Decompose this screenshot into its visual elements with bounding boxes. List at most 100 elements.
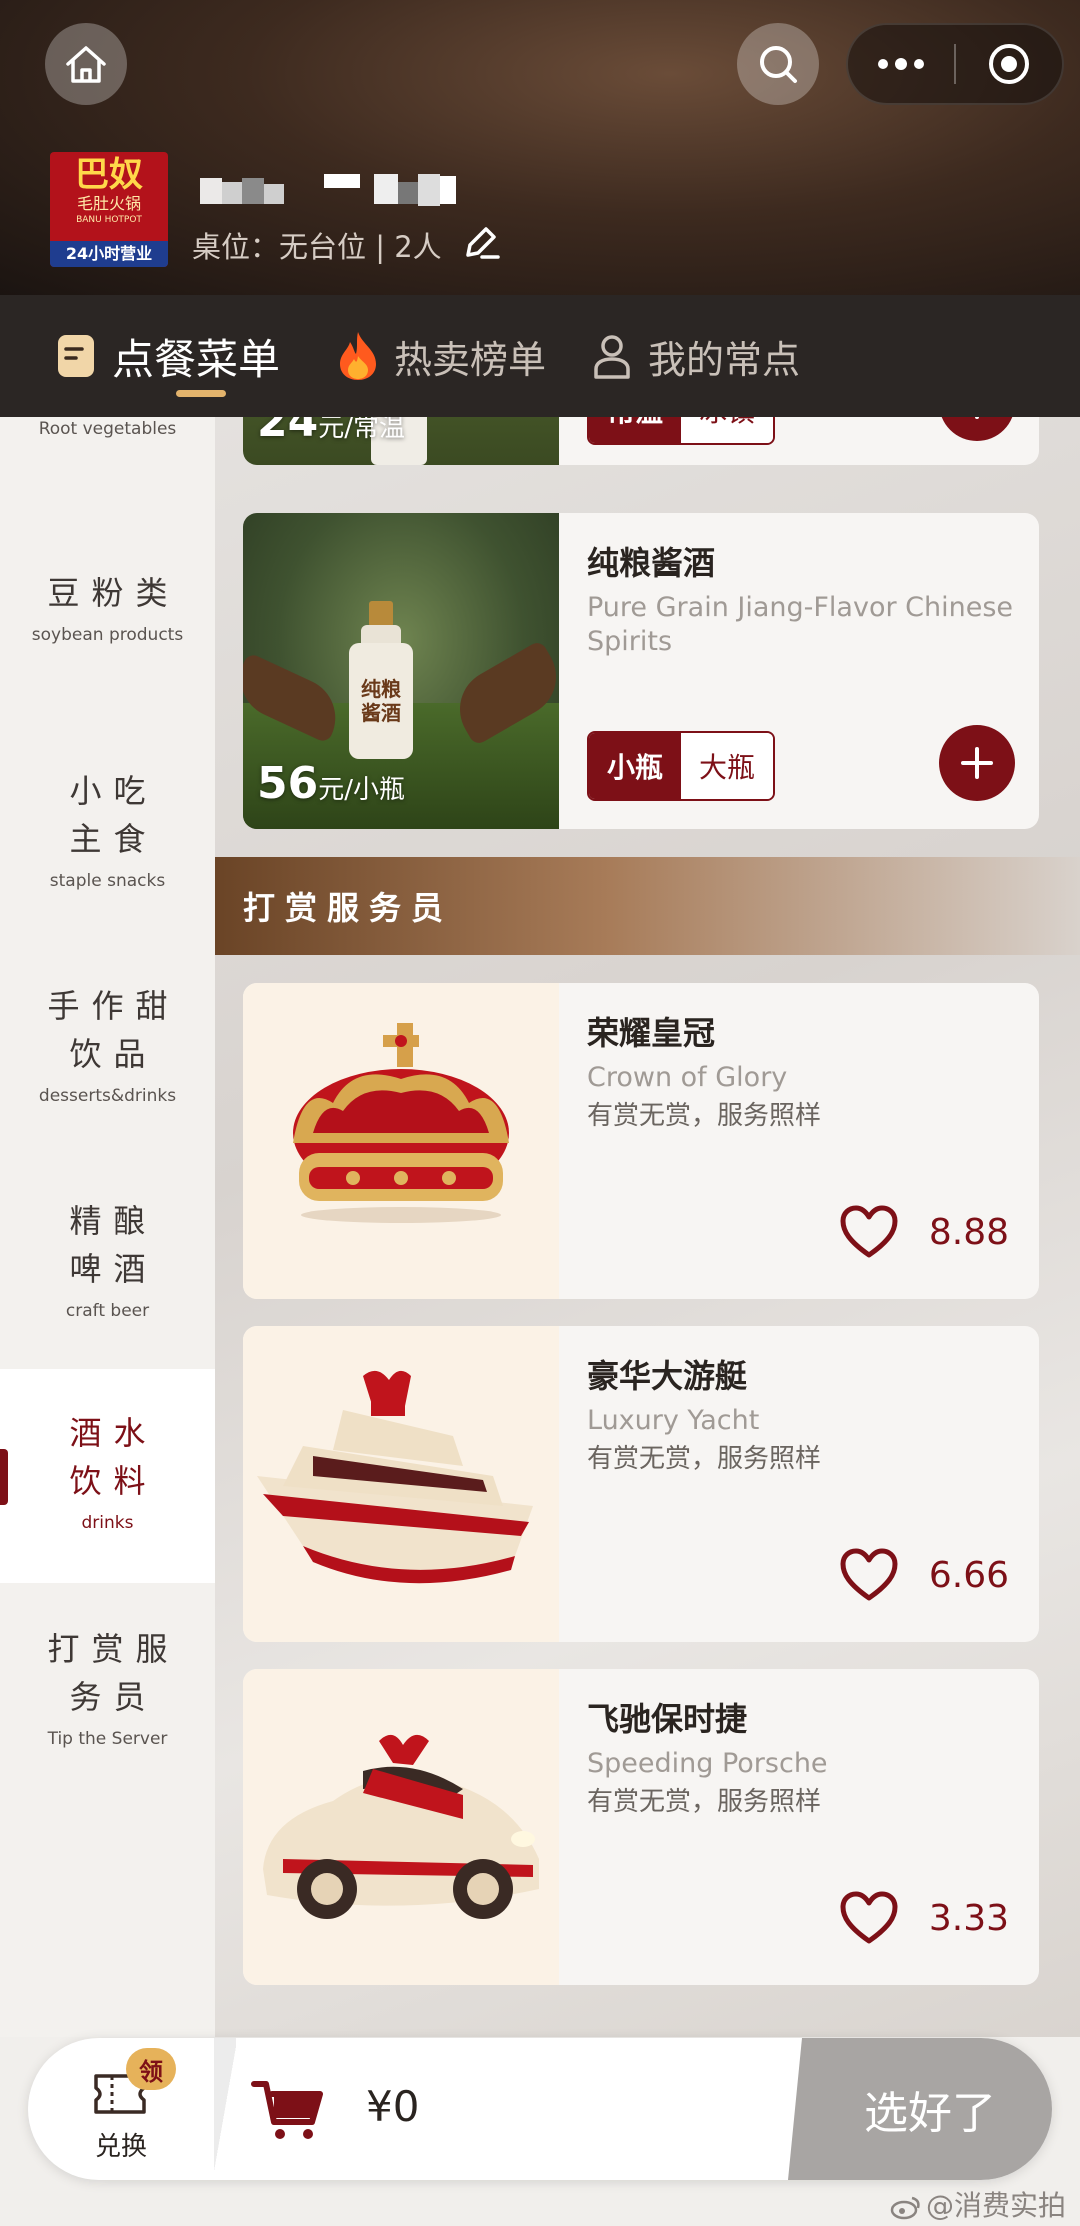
section-header-tip-server: 打赏服务员 [215,857,1080,955]
active-category-marker [0,1449,8,1505]
sidebar-item-soybean[interactable]: 豆粉类 soybean products [0,569,215,709]
tab-label: 热卖榜单 [394,337,547,382]
bottle-label: 纯粮 酱酒 [361,677,401,725]
search-icon [760,46,797,83]
crown-icon [293,1023,509,1223]
sidebar-item-cn: 手作甜 [47,987,180,1025]
car-image [243,1669,559,1985]
table-info: 桌位：无台位 | 2人 [192,230,442,264]
sidebar-item-craft-beer[interactable]: 精酿 啤酒 craft beer [0,1197,215,1357]
section-title: 打赏服务员 [243,889,454,927]
store-logo: 巴奴 毛肚火锅 BANU HOTPOT 24小时营业 [50,152,168,267]
variant-option-large-bottle[interactable]: 大瓶 [681,733,773,799]
weibo-icon [890,2196,920,2220]
heart-icon[interactable] [839,1548,899,1602]
variant-selector: 小瓶 大瓶 [587,731,775,801]
menu-tabs: 点餐菜单 热卖榜单 我的常点 [0,295,1080,417]
tip-english-name: Speeding Porsche [587,1748,828,1779]
header: 巴奴 毛肚火锅 BANU HOTPOT 24小时营业 桌位：无台位 | 2人 [0,0,1080,295]
more-dots-icon [878,58,924,70]
tip-card[interactable]: 荣耀皇冠 Crown of Glory 有赏无赏，服务照样 8.88 [243,983,1039,1299]
logo-english: BANU HOTPOT [76,215,142,225]
sidebar-item-desserts-drinks[interactable]: 手作甜 饮品 desserts&drinks [0,982,215,1142]
product-name: 纯粮酱酒 [587,544,716,582]
product-price-overlay: 56元/小瓶 [257,758,405,809]
tab-my-favorites[interactable]: 我的常点 [592,295,800,417]
tab-hot-sellers[interactable]: 热卖榜单 [336,295,546,417]
product-english-name: Pure Grain Jiang-Flavor Chinese Spirits [587,592,1014,657]
cart-total: ¥0 [366,2082,420,2131]
sidebar-item-en: craft beer [65,1301,150,1321]
heart-icon[interactable] [839,1891,899,1945]
tip-card[interactable]: 豪华大游艇 Luxury Yacht 有赏无赏，服务照样 6.66 [243,1326,1039,1642]
logo-hours: 24小时营业 [50,241,168,267]
tip-card[interactable]: 飞驰保时捷 Speeding Porsche 有赏无赏，服务照样 3.33 [243,1669,1039,1985]
tip-text: 飞驰保时捷 Speeding Porsche 有赏无赏，服务照样 [587,1697,1013,1819]
tab-order-menu[interactable]: 点餐菜单 [56,295,280,417]
sidebar-item-cn: 精酿 [69,1202,158,1240]
more-button[interactable] [848,25,954,103]
tip-name: 荣耀皇冠 [587,1014,716,1052]
sidebar-item-staple-snacks[interactable]: 小吃 主食 staple snacks [0,767,215,927]
watermark: @消费实拍 [890,2184,1066,2224]
product-image: 24元/常温 [243,417,559,465]
tip-slogan: 有赏无赏，服务照样 [587,1787,822,1817]
fire-icon [340,332,376,380]
store-name-redacted [200,172,456,208]
claim-badge: 领 [126,2048,176,2090]
yacht-icon [257,1370,533,1584]
plus-icon [961,747,993,779]
variant-option-small-bottle[interactable]: 小瓶 [589,733,681,799]
heart-icon[interactable] [839,1205,899,1259]
sidebar-item-en: drinks [81,1513,134,1533]
redeem-button[interactable]: 领 兑换 [28,2038,214,2180]
sidebar-item-root-vegetables[interactable]: Root vegetables [0,417,215,477]
sidebar-item-cn: 主食 [69,820,158,858]
search-button[interactable] [737,23,819,105]
watermark-text: @消费实拍 [925,2189,1066,2222]
tip-amount: 6.66 [839,1548,1009,1602]
tip-name: 豪华大游艇 [587,1357,748,1395]
sidebar-item-cn: 饮料 [69,1462,158,1500]
tip-english-name: Crown of Glory [587,1062,788,1093]
edit-icon[interactable] [462,225,502,261]
active-tab-indicator [176,390,226,397]
variant-option-chilled[interactable]: 冰镇 [681,417,773,443]
close-miniprogram-button[interactable] [956,25,1062,103]
target-close-icon [989,44,1029,84]
variant-option-room-temp[interactable]: 常温 [589,417,681,443]
sidebar-item-cn: 务员 [69,1678,158,1716]
tab-label: 点餐菜单 [112,334,281,384]
tip-slogan: 有赏无赏，服务照样 [587,1444,822,1474]
sidebar-item-tip-server[interactable]: 打赏服 务员 Tip the Server [0,1625,215,1785]
product-image: 纯粮 酱酒 56元/小瓶 [243,513,571,829]
tip-slogan: 有赏无赏，服务照样 [587,1101,822,1131]
sidebar-item-drinks[interactable]: 酒水 饮料 drinks [0,1369,215,1583]
product-card[interactable]: 24元/常温 常温 冰镇 [243,417,1039,465]
cart-icon[interactable] [250,2078,326,2142]
sidebar-item-en: Root vegetables [38,419,177,439]
home-button[interactable] [45,23,127,105]
product-price-overlay: 24元/常温 [257,417,405,447]
sidebar-item-cn: 酒水 [69,1414,158,1452]
tip-value: 8.88 [928,1211,1009,1253]
crown-image [243,983,559,1299]
bar-divider [214,2038,236,2180]
product-price: 24 [257,417,319,447]
sidebar-item-en: soybean products [31,625,184,645]
menu-doc-icon [58,335,94,377]
redeem-label: 兑换 [94,2132,147,2162]
sidebar-item-cn: 饮品 [69,1035,158,1073]
checkout-button[interactable]: 选好了 [788,2038,1052,2180]
plus-icon [975,417,979,419]
product-card[interactable]: 纯粮 酱酒 56元/小瓶 纯粮酱酒 Pure Grain Jiang-Flavo… [243,513,1039,829]
product-list: 24元/常温 常温 冰镇 纯粮 酱酒 56元/小瓶 [215,417,1080,2037]
miniprogram-capsule [846,23,1064,105]
add-to-cart-button[interactable] [939,417,1015,441]
logo-subtitle: 毛肚火锅 [76,194,141,213]
product-price: 56 [257,758,319,809]
product-text: 纯粮酱酒 Pure Grain Jiang-Flavor Chinese Spi… [587,541,1013,659]
yacht-image [243,1326,559,1642]
add-to-cart-button[interactable] [939,725,1015,801]
tip-text: 荣耀皇冠 Crown of Glory 有赏无赏，服务照样 [587,1011,1013,1133]
